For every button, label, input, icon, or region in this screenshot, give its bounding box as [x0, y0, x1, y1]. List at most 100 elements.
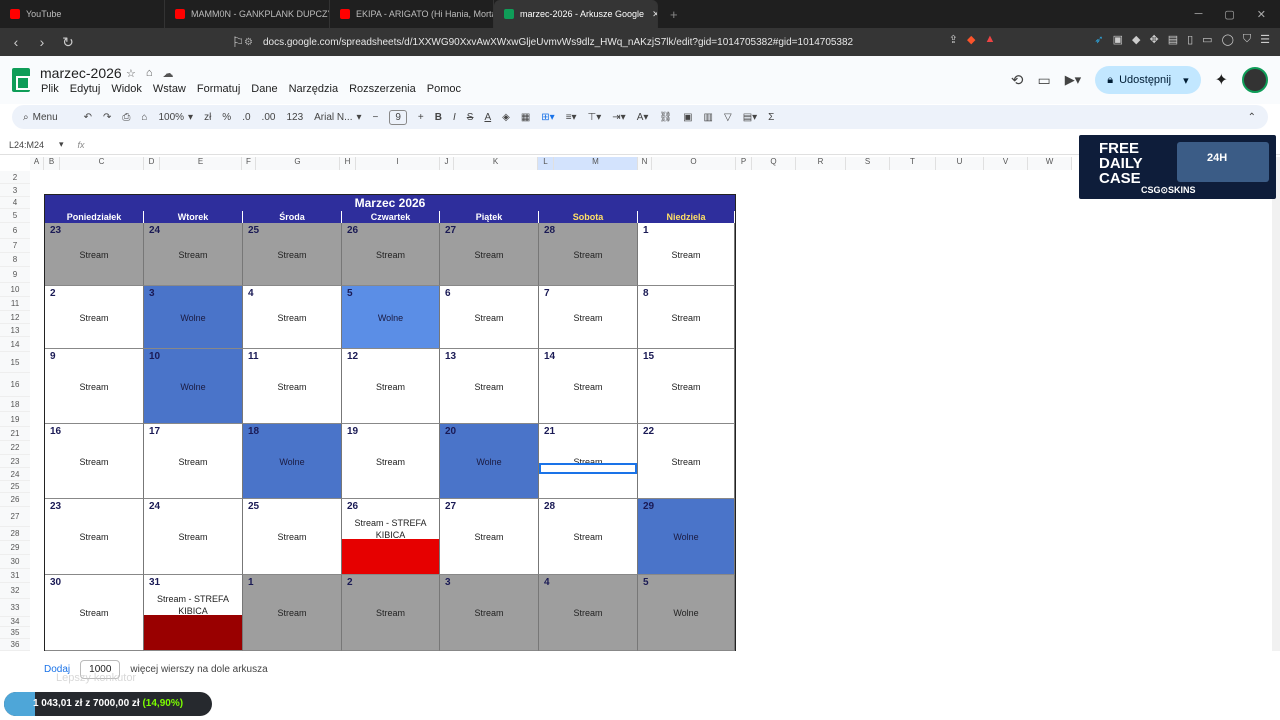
- row-header[interactable]: 5: [0, 209, 30, 223]
- column-header[interactable]: I: [356, 157, 440, 170]
- filter-icon[interactable]: ▽: [724, 112, 732, 123]
- chevron-down-icon[interactable]: ▾: [1183, 74, 1189, 87]
- maximize-icon[interactable]: ▢: [1224, 8, 1234, 21]
- column-header[interactable]: R: [796, 157, 846, 170]
- chevron-down-icon[interactable]: ▾: [59, 139, 64, 150]
- menu-pomoc[interactable]: Pomoc: [427, 83, 461, 95]
- calendar-day-cell[interactable]: 18 Wolne: [243, 424, 342, 499]
- row-header[interactable]: 26: [0, 493, 30, 507]
- percent-format[interactable]: %: [222, 112, 231, 123]
- column-header[interactable]: T: [890, 157, 936, 170]
- tab-mammon[interactable]: MAMM0N - GANKPLANK DUPCZY I...: [165, 0, 330, 28]
- move-folder-icon[interactable]: ⌂: [146, 67, 153, 80]
- row-header[interactable]: 34: [0, 617, 30, 627]
- row-header[interactable]: 15: [0, 352, 30, 373]
- vertical-scrollbar[interactable]: [1272, 157, 1280, 651]
- row-header[interactable]: 12: [0, 311, 30, 324]
- close-tab-icon[interactable]: ✕: [652, 9, 657, 20]
- italic-icon[interactable]: I: [453, 112, 456, 123]
- calendar-day-cell[interactable]: 4 Stream: [243, 286, 342, 349]
- row-header[interactable]: 33: [0, 599, 30, 617]
- extensions-puzzle-icon[interactable]: ✥: [1149, 33, 1158, 46]
- row-header[interactable]: 32: [0, 583, 30, 599]
- brave-shield-icon[interactable]: ◆: [967, 33, 975, 46]
- row-header[interactable]: 31: [0, 569, 30, 583]
- fill-color-icon[interactable]: ◈: [502, 112, 510, 123]
- link-icon[interactable]: ⛓: [659, 112, 672, 123]
- calendar-day-cell[interactable]: 28 Stream: [539, 499, 638, 575]
- row-header[interactable]: 14: [0, 337, 30, 352]
- menu-narzedzia[interactable]: Narzędzia: [289, 83, 339, 95]
- row-header[interactable]: 13: [0, 324, 30, 337]
- history-icon[interactable]: ⟲: [1011, 71, 1024, 89]
- row-header[interactable]: 10: [0, 283, 30, 297]
- row-header[interactable]: 7: [0, 239, 30, 253]
- menu-widok[interactable]: Widok: [111, 83, 142, 95]
- calendar-day-cell[interactable]: 25 Stream: [243, 499, 342, 575]
- calendar-day-cell[interactable]: 24 Stream: [144, 499, 243, 575]
- calendar-day-cell[interactable]: 26 Stream: [342, 223, 440, 286]
- chart-icon[interactable]: ▥: [704, 112, 713, 123]
- column-header[interactable]: P: [736, 157, 752, 170]
- row-header[interactable]: 36: [0, 639, 30, 651]
- column-header[interactable]: V: [984, 157, 1028, 170]
- column-header[interactable]: K: [454, 157, 538, 170]
- chevron-down-icon[interactable]: ▾: [356, 112, 361, 123]
- row-header[interactable]: 21: [0, 427, 30, 441]
- bold-icon[interactable]: B: [435, 112, 442, 123]
- row-header[interactable]: 18: [0, 397, 30, 412]
- redo-icon[interactable]: ↷: [103, 112, 111, 123]
- column-header[interactable]: M: [554, 157, 638, 170]
- menu-formatuj[interactable]: Formatuj: [197, 83, 240, 95]
- calendar-day-cell[interactable]: 2 Stream: [45, 286, 144, 349]
- browser-menu-icon[interactable]: ☰: [1260, 33, 1270, 46]
- row-header[interactable]: 6: [0, 223, 30, 239]
- calendar-day-cell[interactable]: 27 Stream: [440, 223, 539, 286]
- calendar-day-cell[interactable]: 6 Stream: [440, 286, 539, 349]
- column-header[interactable]: L: [538, 157, 554, 170]
- calendar-day-cell[interactable]: 28 Stream: [539, 223, 638, 286]
- align-vertical-icon[interactable]: ⊤▾: [588, 112, 602, 123]
- cloud-status-icon[interactable]: ☁: [163, 67, 174, 80]
- column-header[interactable]: B: [44, 157, 60, 170]
- share-button[interactable]: 🔒︎ Udostępnij ▾: [1095, 66, 1201, 94]
- column-header[interactable]: A: [30, 157, 44, 170]
- calendar-day-cell[interactable]: 31 Stream - STREFA KIBICA: [144, 575, 243, 651]
- font-select[interactable]: Arial N...: [314, 112, 352, 123]
- column-header[interactable]: U: [936, 157, 984, 170]
- calendar-day-cell[interactable]: 20 Wolne: [440, 424, 539, 499]
- gemini-icon[interactable]: ✦: [1215, 70, 1228, 90]
- row-header[interactable]: 27: [0, 507, 30, 527]
- extension-icon[interactable]: ➶: [1094, 33, 1103, 46]
- calendar-day-cell[interactable]: 7 Stream: [539, 286, 638, 349]
- align-horizontal-icon[interactable]: ≡▾: [566, 112, 577, 123]
- collapse-toolbar-icon[interactable]: ⌃: [1248, 112, 1256, 123]
- calendar-day-cell[interactable]: 23 Stream: [45, 499, 144, 575]
- calendar-day-cell[interactable]: 30 Stream: [45, 575, 144, 651]
- vpn-icon[interactable]: ⛉: [1243, 33, 1251, 46]
- close-window-icon[interactable]: ✕: [1257, 8, 1266, 21]
- calendar-day-cell[interactable]: 12 Stream: [342, 349, 440, 424]
- column-header[interactable]: F: [242, 157, 256, 170]
- calendar-day-cell[interactable]: 24 Stream: [144, 223, 243, 286]
- paint-format-icon[interactable]: ⌂: [141, 112, 147, 123]
- comments-icon[interactable]: ▭: [1037, 72, 1050, 89]
- day-header[interactable]: Niedziela: [638, 211, 735, 223]
- calendar-day-cell[interactable]: 15 Stream: [638, 349, 735, 424]
- avatar[interactable]: [1242, 67, 1268, 93]
- functions-icon[interactable]: Σ: [768, 112, 774, 123]
- minimize-icon[interactable]: ─: [1195, 8, 1203, 21]
- text-rotation-icon[interactable]: A▾: [637, 112, 649, 123]
- brave-rewards-icon[interactable]: ▲: [984, 33, 995, 46]
- new-tab-icon[interactable]: +: [670, 7, 678, 22]
- share-page-icon[interactable]: ⇪: [949, 33, 958, 46]
- row-header[interactable]: 22: [0, 441, 30, 455]
- menu-edytuj[interactable]: Edytuj: [70, 83, 101, 95]
- day-header[interactable]: Poniedziałek: [45, 211, 144, 223]
- calendar-day-cell[interactable]: 1 Stream: [243, 575, 342, 651]
- extension-icon[interactable]: ▣: [1113, 33, 1123, 46]
- calendar-day-cell[interactable]: 3 Wolne: [144, 286, 243, 349]
- day-header[interactable]: Piątek: [440, 211, 539, 223]
- decrease-decimal[interactable]: .0: [242, 112, 250, 123]
- strikethrough-icon[interactable]: S: [467, 112, 474, 123]
